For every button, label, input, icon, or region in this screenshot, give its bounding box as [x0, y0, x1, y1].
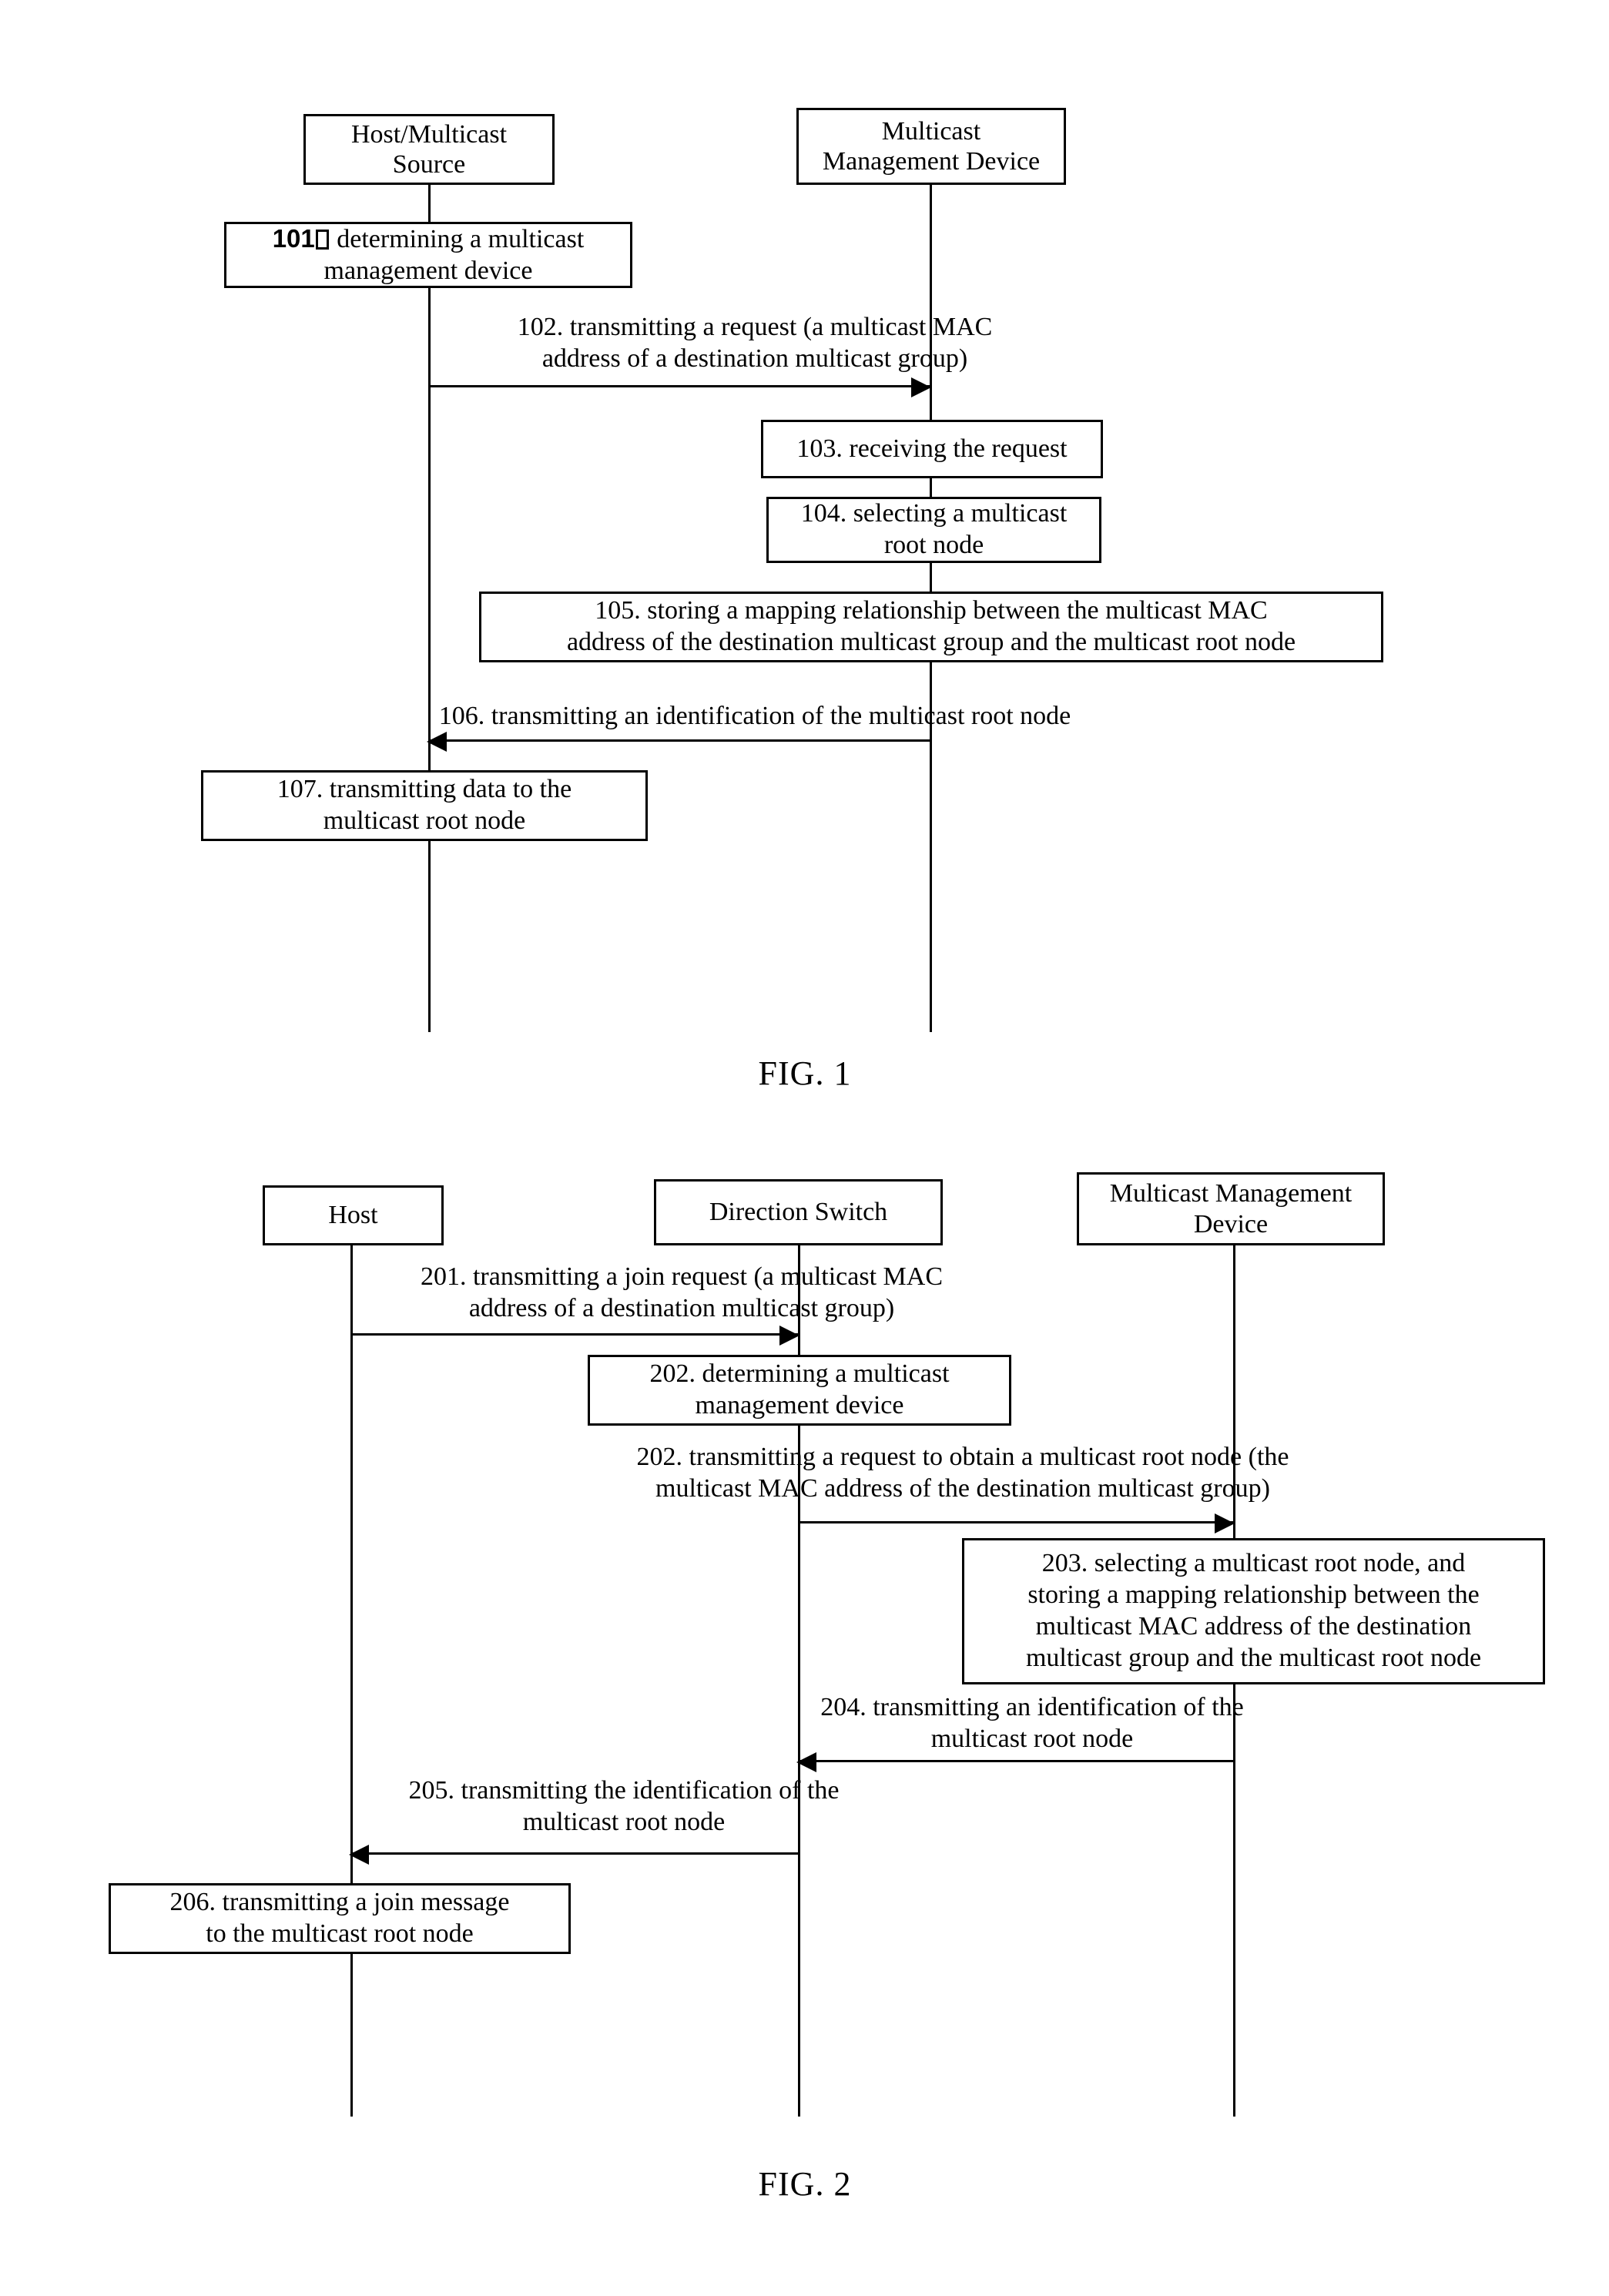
arrow-head-right-icon: [779, 1326, 799, 1346]
actor-multicast-management-device[interactable]: Multicast Management Device: [796, 108, 1066, 185]
figure-1-caption: FIG. 1: [758, 1054, 852, 1092]
actor-label: Multicast Management Device: [1109, 1179, 1353, 1238]
actor-label: Multicast Management Device: [822, 116, 1041, 176]
actor-direction-switch[interactable]: Direction Switch: [654, 1179, 943, 1245]
step-204-arrow: [796, 1752, 1233, 1772]
actor-multicast-management-device[interactable]: Multicast Management Device: [1077, 1172, 1385, 1245]
arrow-head-left-icon: [349, 1845, 369, 1865]
arrow-head-right-icon: [1215, 1513, 1235, 1533]
arrow-head-left-icon: [796, 1752, 816, 1772]
step-101-label: determining a multicast management devic…: [323, 224, 585, 285]
step-104-label: 104. selecting a multicast root node: [800, 499, 1068, 559]
step-107-label: 107. transmitting data to the multicast …: [277, 775, 572, 835]
step-202-transmitting-arrow: [798, 1513, 1235, 1533]
step-103-box[interactable]: 103. receiving the request: [761, 420, 1103, 478]
missing-glyph-icon: [315, 229, 329, 250]
figure-2: Host Direction Switch Multicast Manageme…: [0, 1136, 1609, 2296]
lifeline-host-multicast-source: [428, 183, 431, 1032]
step-101-box[interactable]: 101 determining a multicast management d…: [224, 222, 632, 288]
step-107-box[interactable]: 107. transmitting data to the multicast …: [201, 770, 648, 841]
figure-2-caption: FIG. 2: [758, 2165, 852, 2203]
step-102-label: 102. transmitting a request (a multicast…: [517, 313, 993, 373]
actor-host[interactable]: Host: [263, 1185, 444, 1245]
step-204-label: 204. transmitting an identification of t…: [820, 1693, 1244, 1753]
step-205-label: 205. transmitting the identification of …: [408, 1776, 840, 1836]
step-206-label: 206. transmitting a join message to the …: [169, 1888, 510, 1948]
step-104-box[interactable]: 104. selecting a multicast root node: [766, 497, 1101, 563]
step-105-label: 105. storing a mapping relationship betw…: [566, 596, 1296, 656]
step-102-arrow: [428, 377, 931, 397]
step-201-label: 201. transmitting a join request (a mult…: [420, 1262, 943, 1322]
step-202-determining-label: 202. determining a multicast management …: [649, 1359, 950, 1419]
arrow-head-left-icon: [427, 732, 447, 752]
figure-1: Host/Multicast Source Multicast Manageme…: [0, 0, 1609, 1117]
step-206-box[interactable]: 206. transmitting a join message to the …: [109, 1883, 571, 1954]
actor-label: Host/Multicast Source: [350, 119, 508, 179]
lifeline-host: [350, 1221, 353, 2117]
step-202-determining-box[interactable]: 202. determining a multicast management …: [588, 1355, 1011, 1426]
step-203-label: 203. selecting a multicast root node, an…: [1025, 1549, 1482, 1672]
step-202-transmitting-label: 202. transmitting a request to obtain a …: [636, 1443, 1289, 1503]
step-105-box[interactable]: 105. storing a mapping relationship betw…: [479, 592, 1383, 662]
step-201-arrow: [350, 1326, 799, 1346]
step-203-box[interactable]: 203. selecting a multicast root node, an…: [962, 1538, 1545, 1684]
step-103-label: 103. receiving the request: [796, 434, 1068, 463]
step-106-arrow: [427, 732, 930, 752]
step-101-number: 101: [272, 223, 315, 253]
actor-label: Host: [328, 1201, 378, 1230]
actor-label: Direction Switch: [709, 1198, 888, 1227]
arrow-head-right-icon: [911, 377, 931, 397]
step-106-label: 106. transmitting an identification of t…: [438, 702, 1071, 730]
actor-host-multicast-source[interactable]: Host/Multicast Source: [303, 114, 555, 185]
step-205-arrow: [349, 1845, 798, 1865]
